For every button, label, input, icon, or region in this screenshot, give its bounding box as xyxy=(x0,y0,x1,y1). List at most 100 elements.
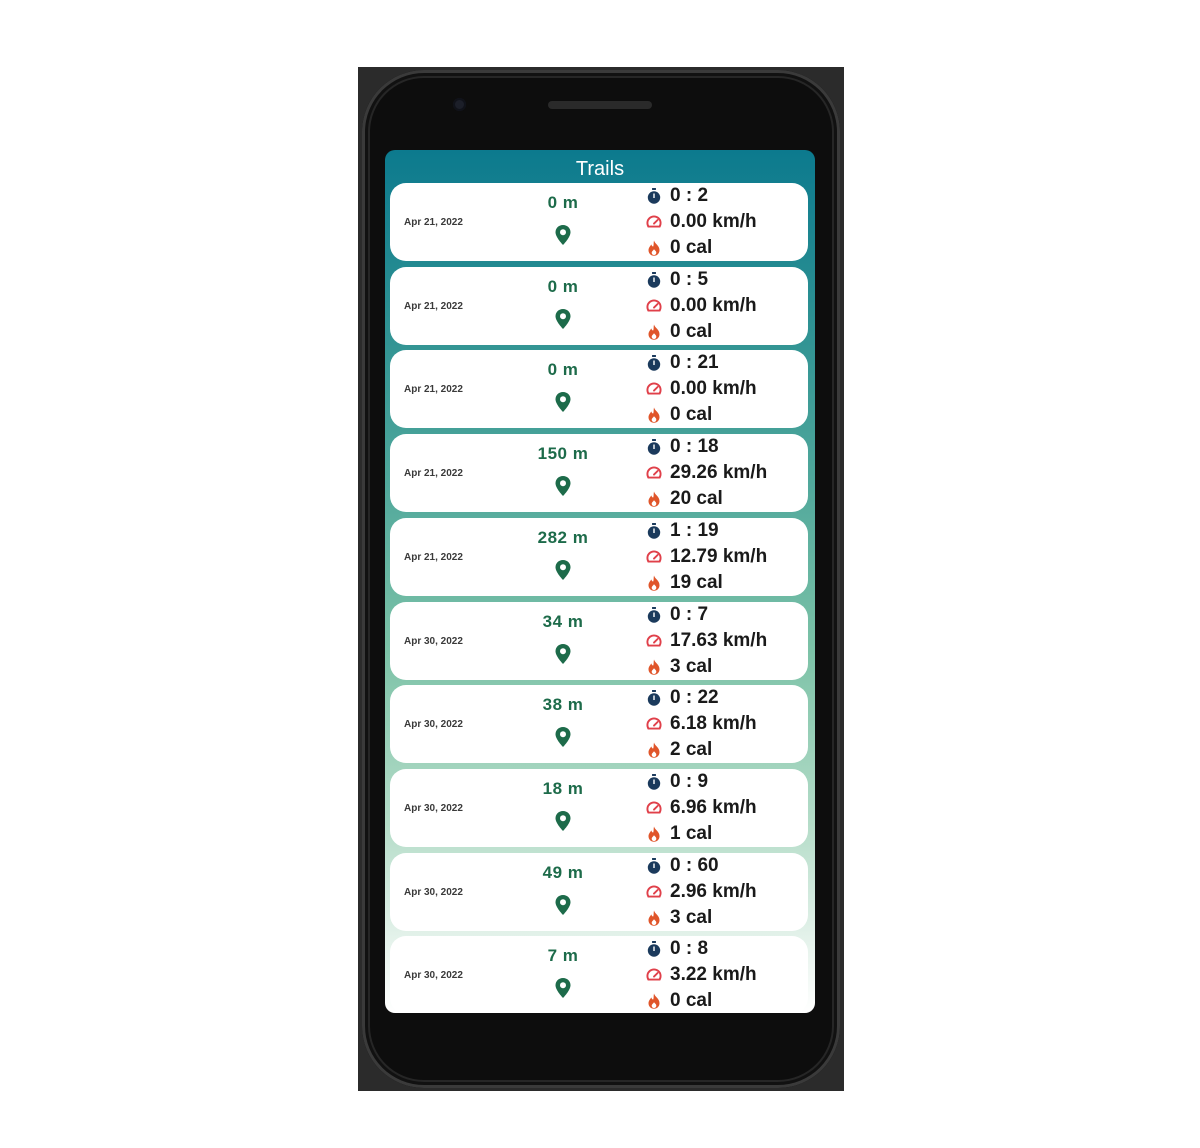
calories-value: 19 cal xyxy=(670,571,723,593)
trail-card[interactable]: Apr 21, 2022 0 m 0 : 21 0.00 km/h 0 cal xyxy=(390,350,808,429)
trail-card[interactable]: Apr 30, 2022 38 m 0 : 22 6.18 km/h 2 cal xyxy=(390,685,808,764)
stopwatch-icon xyxy=(647,606,661,623)
trail-card[interactable]: Apr 21, 2022 150 m 0 : 18 29.26 km/h 20 … xyxy=(390,434,808,513)
trail-calories: 3 cal xyxy=(646,656,712,678)
trail-date: Apr 30, 2022 xyxy=(404,970,463,982)
speed-value: 29.26 km/h xyxy=(670,462,768,484)
duration-value: 0 : 8 xyxy=(670,938,709,960)
speedometer-icon xyxy=(646,801,662,814)
flame-icon xyxy=(648,826,660,842)
duration-value: 0 : 9 xyxy=(670,770,709,792)
trail-speed: 3.22 km/h xyxy=(646,964,757,986)
trail-duration: 0 : 2 xyxy=(646,185,708,207)
trail-card[interactable]: Apr 21, 2022 282 m 1 : 19 12.79 km/h 19 … xyxy=(390,517,808,596)
map-pin-icon xyxy=(555,894,571,915)
trail-duration: 0 : 7 xyxy=(646,604,708,626)
trail-calories: 0 cal xyxy=(646,321,712,343)
speed-value: 6.18 km/h xyxy=(670,713,757,735)
duration-value: 1 : 19 xyxy=(670,519,719,541)
trail-calories: 20 cal xyxy=(646,488,723,510)
trail-date: Apr 30, 2022 xyxy=(404,802,463,814)
flame-icon xyxy=(648,659,660,675)
duration-value: 0 : 21 xyxy=(670,352,719,374)
speedometer-icon xyxy=(646,968,662,981)
trail-duration: 0 : 5 xyxy=(646,269,708,291)
trail-speed: 6.18 km/h xyxy=(646,713,757,735)
trail-card[interactable]: Apr 30, 2022 49 m 0 : 60 2.96 km/h 3 cal xyxy=(390,852,808,931)
speedometer-icon xyxy=(646,885,662,898)
speed-value: 2.96 km/h xyxy=(670,880,757,902)
page-title: Trails xyxy=(575,158,625,180)
speedometer-icon xyxy=(646,466,662,479)
flame-icon xyxy=(648,993,660,1010)
speedometer-icon xyxy=(646,215,662,228)
trail-date: Apr 21, 2022 xyxy=(404,551,463,563)
speedometer-icon xyxy=(646,550,662,563)
trail-distance: 150 m xyxy=(537,444,589,464)
stopwatch-icon xyxy=(647,188,661,204)
speed-value: 0.00 km/h xyxy=(670,294,757,316)
speedometer-icon xyxy=(646,717,662,730)
speed-value: 0.00 km/h xyxy=(670,211,757,232)
map-pin-icon xyxy=(555,643,571,664)
trail-card[interactable]: Apr 21, 2022 0 m 0 : 2 0.00 km/h 0 cal xyxy=(390,183,808,261)
trail-distance: 18 m xyxy=(542,778,584,798)
trail-speed: 0.00 km/h xyxy=(646,378,757,400)
trail-distance: 0 m xyxy=(547,360,579,380)
trail-card[interactable]: Apr 30, 2022 34 m 0 : 7 17.63 km/h 3 cal xyxy=(390,601,808,680)
stopwatch-icon xyxy=(647,522,661,539)
trail-card[interactable]: Apr 21, 2022 0 m 0 : 5 0.00 km/h 0 cal xyxy=(390,266,808,345)
trail-card[interactable]: Apr 30, 2022 18 m 0 : 9 6.96 km/h 1 cal xyxy=(390,768,808,847)
speedometer-icon xyxy=(646,299,662,312)
duration-value: 0 : 5 xyxy=(670,268,709,290)
trail-speed: 12.79 km/h xyxy=(646,546,767,568)
map-pin-icon xyxy=(555,476,571,497)
trail-speed: 6.96 km/h xyxy=(646,797,757,819)
calories-value: 0 cal xyxy=(670,990,713,1012)
duration-value: 0 : 60 xyxy=(670,854,719,876)
trail-duration: 0 : 18 xyxy=(646,436,719,458)
app-screen: Trails Apr 21, 2022 0 m 0 : 2 0.00 km/h xyxy=(385,150,815,1013)
stopwatch-icon xyxy=(647,355,661,372)
trail-speed: 17.63 km/h xyxy=(646,630,767,652)
speed-value: 12.79 km/h xyxy=(670,545,768,567)
speed-value: 17.63 km/h xyxy=(670,629,768,651)
trail-speed: 0.00 km/h xyxy=(646,211,757,233)
map-pin-icon xyxy=(555,978,571,999)
trail-duration: 1 : 19 xyxy=(646,520,719,542)
duration-value: 0 : 22 xyxy=(670,687,719,709)
trail-date: Apr 21, 2022 xyxy=(404,384,463,396)
trail-calories: 19 cal xyxy=(646,572,723,594)
speed-value: 6.96 km/h xyxy=(670,796,757,818)
speedometer-icon xyxy=(646,382,662,395)
trail-duration: 0 : 22 xyxy=(646,687,719,709)
trail-distance: 282 m xyxy=(537,527,589,547)
flame-icon xyxy=(648,910,660,926)
map-pin-icon xyxy=(555,392,571,413)
trail-duration: 0 : 21 xyxy=(646,352,719,374)
trail-distance: 49 m xyxy=(542,862,584,882)
trail-date: Apr 30, 2022 xyxy=(404,635,463,647)
stopwatch-icon xyxy=(647,773,661,790)
trail-duration: 0 : 8 xyxy=(646,938,708,960)
trail-speed: 29.26 km/h xyxy=(646,462,767,484)
trail-duration: 0 : 60 xyxy=(646,855,719,877)
trail-distance: 7 m xyxy=(547,946,579,966)
calories-value: 3 cal xyxy=(670,906,713,928)
stopwatch-icon xyxy=(647,271,661,288)
calories-value: 3 cal xyxy=(670,655,713,677)
map-pin-icon xyxy=(555,727,571,748)
trail-calories: 0 cal xyxy=(646,404,712,426)
duration-value: 0 : 2 xyxy=(670,185,709,206)
calories-value: 20 cal xyxy=(670,488,723,510)
calories-value: 0 cal xyxy=(670,404,713,426)
speed-value: 0.00 km/h xyxy=(670,378,757,400)
calories-value: 1 cal xyxy=(670,822,713,844)
trail-calories: 3 cal xyxy=(646,907,712,929)
flame-icon xyxy=(648,575,660,591)
trail-distance: 34 m xyxy=(542,611,584,631)
trail-calories: 1 cal xyxy=(646,823,712,845)
trail-date: Apr 21, 2022 xyxy=(404,300,463,312)
stopwatch-icon xyxy=(647,857,661,874)
trail-card[interactable]: Apr 30, 2022 7 m 0 : 8 3.22 km/h 0 cal xyxy=(390,936,808,1013)
